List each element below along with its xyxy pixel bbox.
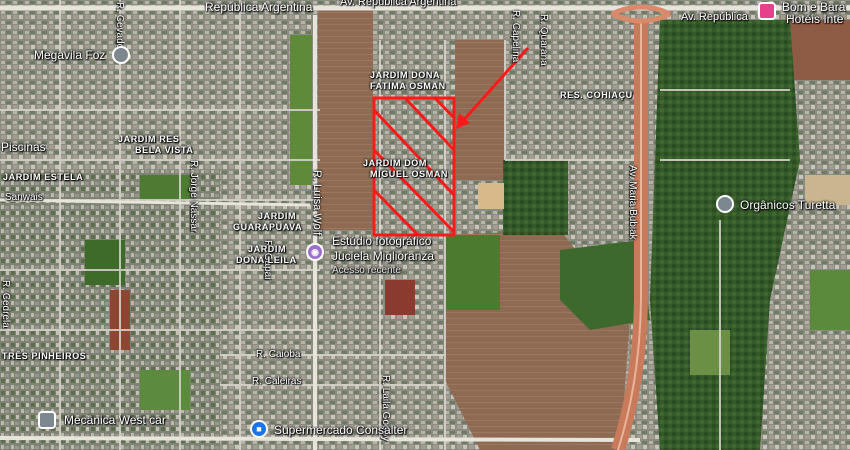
green-field-3 [810, 270, 850, 330]
forest-east [503, 160, 568, 235]
red-soil [385, 280, 415, 315]
pin-supermercado-icon[interactable]: ■ [250, 420, 268, 438]
poi-mecanica[interactable]: Mecânica West car [64, 414, 166, 426]
street-label-r-cevado: R. Cevado [114, 2, 125, 50]
green-field-4 [140, 175, 190, 200]
nb-dona-leila-line1: JARDIM [248, 244, 287, 254]
street-label-r-cedrela: R. Cedrela [0, 280, 11, 328]
nb-tres-pinheiros: TRÊS PINHEIROS [2, 351, 87, 361]
street-label-r-luisa: R. Luisa Wolf [311, 170, 323, 236]
nb-bela-vista-line1: JARDIM RES [118, 134, 180, 144]
pin-megavila-icon[interactable] [112, 46, 130, 64]
poi-piscinas[interactable]: Piscinas [1, 141, 46, 153]
green-field-2 [690, 330, 730, 375]
poi-estudio-line2[interactable]: Juciela Miglioranza [332, 250, 434, 262]
street-label-sanwais: Sanwais [5, 192, 43, 203]
nb-guarapuava-line1: JARDIM [258, 211, 297, 221]
bottom-road[interactable] [0, 436, 641, 442]
poi-supermercado[interactable]: Supermercado Consalter [274, 424, 407, 436]
satellite-map[interactable] [0, 0, 850, 450]
field-east [455, 40, 505, 180]
pin-estudio-icon[interactable]: ◉ [306, 243, 324, 261]
nb-guarapuava-line2: GUARAPUAVA [233, 222, 303, 232]
street-label-r-quarana: R. Quarana [538, 14, 549, 66]
nb-dona-leila-line2: DONA LEILA [236, 255, 297, 265]
nb-bela-vista-line2: BELA VISTA [135, 145, 194, 155]
green-field-5 [140, 370, 190, 410]
street-label-av-maria-bubiak: Av. Maria Bubiak [627, 165, 638, 240]
poi-megavila[interactable]: Megavila Foz [34, 49, 105, 61]
field-farm [790, 20, 850, 80]
pin-mecanica-icon[interactable] [38, 411, 56, 429]
nb-estela: JARDIM ESTELA [3, 172, 84, 182]
street-label-republica-argentina-left: República Argentina [205, 0, 313, 14]
field-north [318, 10, 373, 230]
sand-patch [478, 183, 504, 209]
nb-dom-miguel-line1: JARDIM DOM [363, 158, 427, 168]
street-label-av-republica-argentina: Av. República Argentina [340, 0, 457, 8]
street-label-r-caioba: R. Caioba [256, 349, 301, 360]
poi-organicos[interactable]: Orgânicos Turetta [740, 199, 835, 211]
nb-dona-fatima-line2: FATIMA OSMAN [370, 81, 446, 91]
nb-dona-fatima-line1: JARDIM DONA [370, 70, 441, 80]
street-label-av-republica-right: Av. República [681, 11, 748, 23]
green-field-1 [445, 235, 500, 310]
nb-res-cohiacu: RES. COHIAÇU [560, 90, 633, 100]
street-label-r-capelina: R. Capelina [510, 10, 521, 63]
poi-estudio-line1[interactable]: Estúdio fotográfico [332, 235, 431, 247]
poi-estudio-sub: Acesso recente [332, 265, 401, 276]
street-label-r-jorge-nassar: R. Jorge Nassar [188, 160, 199, 233]
street-label-r-caleiras: R. Caleiras [252, 376, 302, 387]
nb-dom-miguel-line2: MIGUEL OSMAN [370, 169, 449, 179]
pin-bom-bara-icon[interactable] [758, 2, 776, 20]
poi-hoteis[interactable]: Hotéis Inte [786, 13, 843, 25]
pin-organicos-icon[interactable] [716, 195, 734, 213]
